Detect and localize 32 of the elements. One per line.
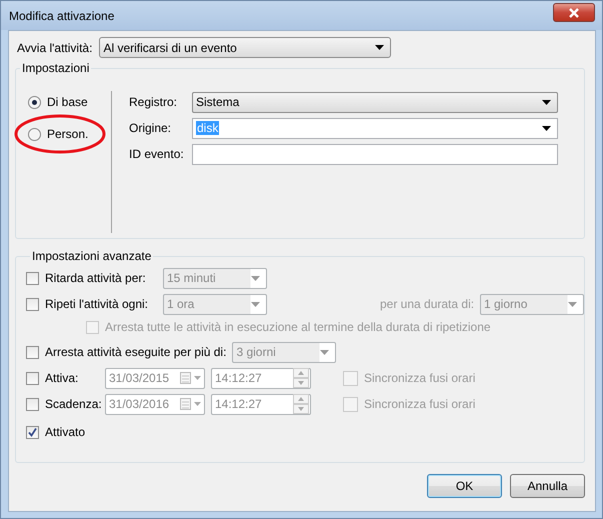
spinner-icon bbox=[293, 394, 309, 414]
dropdown-arrow-icon bbox=[320, 350, 330, 354]
field-label: ID evento: bbox=[129, 147, 185, 161]
close-button[interactable] bbox=[553, 3, 595, 22]
calendar-icon bbox=[180, 398, 202, 410]
dropdown-arrow-icon bbox=[375, 45, 384, 50]
radio-label[interactable]: Di base bbox=[47, 95, 88, 109]
checkbox-label[interactable]: Attivato bbox=[45, 425, 86, 439]
log-dropdown[interactable]: Sistema bbox=[192, 92, 558, 112]
group-title: Impostazioni bbox=[21, 61, 90, 75]
dialog-button[interactable]: Annulla bbox=[510, 474, 585, 498]
duration-label: per una durata di: bbox=[380, 297, 476, 311]
window-title: Modifica attivazione bbox=[9, 8, 114, 22]
radio-button[interactable] bbox=[28, 96, 41, 108]
radio-button[interactable] bbox=[28, 128, 41, 140]
calendar-icon bbox=[180, 372, 202, 384]
field-label: Registro: bbox=[129, 95, 178, 109]
dropdown-arrow-icon bbox=[542, 126, 551, 130]
group-title: Impostazioni avanzate bbox=[31, 249, 152, 263]
radio-label[interactable]: Person. bbox=[47, 127, 88, 141]
start-label: Avvia l'attività: bbox=[17, 40, 92, 54]
field-label: Origine: bbox=[129, 121, 172, 135]
start-dropdown[interactable]: Al verificarsi di un evento bbox=[99, 37, 392, 58]
dropdown-arrow-icon bbox=[251, 302, 260, 306]
checkbox[interactable] bbox=[26, 426, 39, 438]
input-field[interactable] bbox=[192, 144, 558, 164]
dropdown-arrow-icon bbox=[251, 276, 260, 280]
dropdown-arrow-icon bbox=[568, 302, 577, 306]
spinner-icon bbox=[293, 368, 309, 388]
dropdown-arrow-icon bbox=[542, 100, 551, 104]
dialog-button[interactable]: OK bbox=[427, 474, 502, 498]
close-icon bbox=[568, 8, 580, 18]
